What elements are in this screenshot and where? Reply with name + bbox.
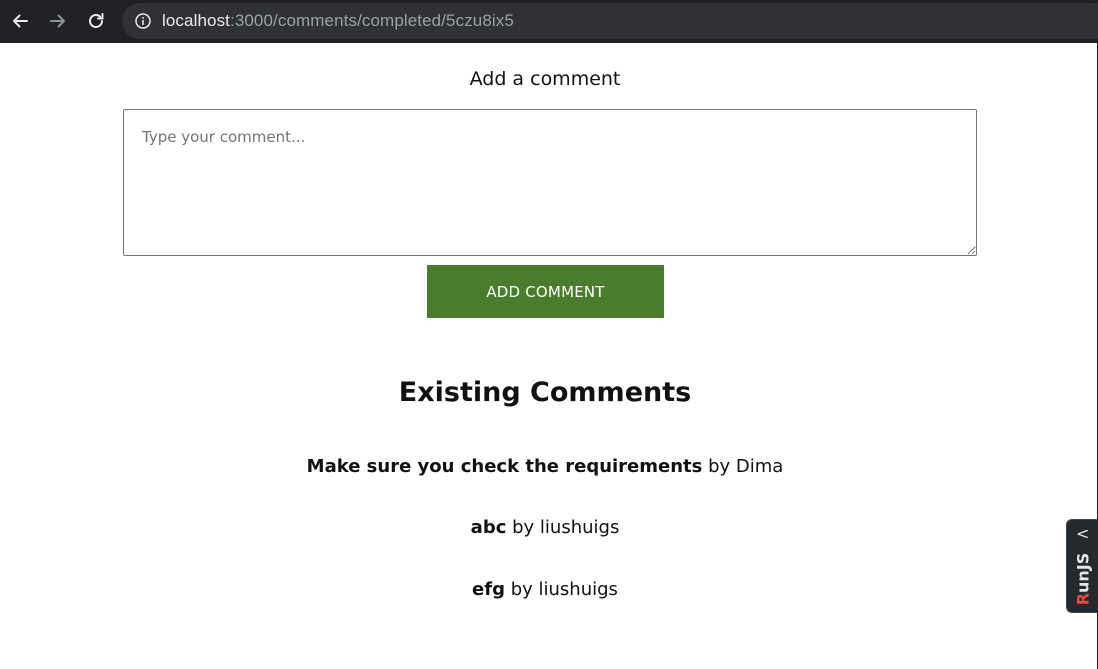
comment-item: efg by liushuigs [0, 579, 1090, 600]
info-icon[interactable] [135, 13, 151, 29]
url-host: localhost [162, 11, 230, 30]
comment-author: by liushuigs [510, 579, 618, 600]
address-bar[interactable]: localhost:3000/comments/completed/5czu8i… [122, 3, 1098, 39]
url-path: :3000/comments/completed/5czu8ix5 [230, 11, 514, 30]
reload-button[interactable] [83, 8, 109, 34]
add-comment-heading: Add a comment [469, 68, 621, 90]
comment-author: by Dima [708, 456, 784, 477]
comment-item: Make sure you check the requirements by … [0, 456, 1090, 477]
arrow-left-icon [13, 14, 28, 28]
arrow-right-icon [50, 14, 65, 28]
browser-toolbar: localhost:3000/comments/completed/5czu8i… [0, 0, 1098, 43]
runjs-tab[interactable]: < RunJS [1066, 519, 1098, 613]
runjs-label: RunJS [1074, 553, 1093, 606]
forward-button[interactable] [45, 8, 71, 34]
comment-author: by liushuigs [512, 517, 620, 538]
reload-icon [89, 13, 104, 28]
chevron-left-icon: < [1076, 524, 1090, 543]
comment-item: abc by liushuigs [0, 517, 1090, 538]
back-button[interactable] [7, 8, 33, 34]
add-comment-button[interactable]: ADD COMMENT [427, 265, 664, 318]
runjs-label-r: R [1073, 592, 1093, 606]
comment-text: Make sure you check the requirements [306, 456, 703, 477]
comment-textarea[interactable] [123, 109, 977, 256]
comment-text: abc [470, 517, 507, 538]
runjs-label-rest: unJS [1073, 552, 1093, 593]
comment-text: efg [472, 579, 505, 600]
url-text: localhost:3000/comments/completed/5czu8i… [162, 11, 514, 31]
existing-comments-heading: Existing Comments [398, 377, 692, 408]
